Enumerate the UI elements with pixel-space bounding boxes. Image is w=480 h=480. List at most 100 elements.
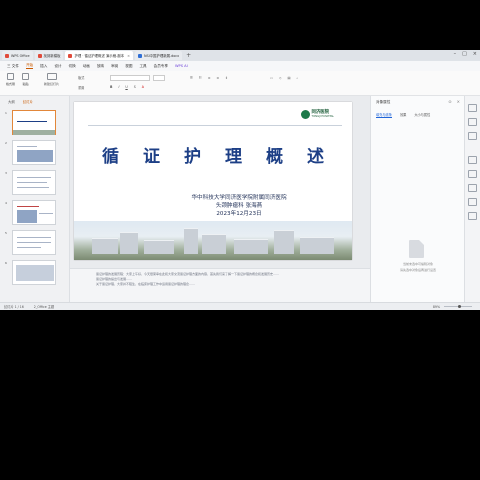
slide-thumbnail[interactable]: 2 [5,140,56,165]
pin-icon[interactable]: ⊙ [448,99,451,104]
underline-icon[interactable]: U [125,85,127,89]
slide-subtitle-date[interactable]: 2023年12月23日 [74,209,352,217]
menu-view[interactable]: 视图 [125,64,132,69]
slide-number: 6 [5,261,7,265]
menu-wps-ai[interactable]: WPS AI [175,64,188,68]
align-left-icon[interactable]: ≡ [208,76,211,80]
tab-template[interactable]: 找到新模板 [34,51,64,60]
minimize-icon[interactable]: – [454,51,457,57]
strikethrough-icon[interactable]: S [134,85,136,89]
bold-icon[interactable]: B [110,85,112,89]
menu-review[interactable]: 审阅 [111,64,118,69]
menu-bar: 三 文件 开始 插入 设计 切换 动画 放映 审阅 视图 工具 会员专享 WPS… [0,61,480,71]
brush-icon [7,73,14,80]
layout-row: 版式 [78,75,84,80]
layout-button[interactable]: 版式 [78,75,84,80]
maximize-icon[interactable]: □ [462,51,467,57]
new-slide-button[interactable]: 新建幻灯片 [44,73,59,86]
numbered-list-icon[interactable]: ☷ [199,76,202,80]
slide-title[interactable]: 循证护理概述 [74,142,352,167]
tab-outline[interactable]: 大纲 [8,99,15,104]
slide-subtitle-author[interactable]: 头颈肿瘤科 张海燕 [74,201,352,209]
menu-transition[interactable]: 切换 [69,64,76,69]
close-icon[interactable]: × [457,99,460,104]
new-tab-button[interactable]: + [186,52,191,59]
slide-counter: 幻灯片 1 / 16 [4,305,24,309]
textbox-icon[interactable]: ▭ [270,76,273,80]
tab-label: 护理 · 循证护理概述 演示稿-副本 [74,54,125,58]
share-icon[interactable] [468,184,477,192]
tab-size-properties[interactable]: 大小与属性 [414,112,430,118]
slide-thumbnail[interactable]: 5 [5,230,56,255]
slide-thumbnail[interactable]: 3 [5,170,56,195]
hospital-photo[interactable] [74,221,352,260]
hospital-logo: 同济医院 TONGJI HOSPITAL [300,110,335,119]
ai-icon[interactable] [468,156,477,164]
translate-icon[interactable] [468,198,477,206]
paste-button[interactable]: 粘贴 [22,73,29,86]
style-icon[interactable] [468,118,477,126]
slide-number: 2 [5,141,7,145]
menu-animation[interactable]: 动画 [83,64,90,69]
tab-slides[interactable]: 幻灯片 [23,99,33,104]
panel-tabs: 填充与线条 效果 大小与属性 [376,112,430,118]
menu-tools[interactable]: 工具 [139,64,146,69]
menu-insert[interactable]: 插入 [40,64,47,69]
empty-message: 当前未选中可编辑对象 [402,262,433,266]
properties-icon[interactable] [468,104,477,112]
speaker-notes[interactable]: 循证护理的发展历程：大家上午好，今天很荣幸在此和大家交流循证护理方面的内容，首先… [70,268,370,302]
clipboard-icon [22,73,29,80]
find-icon[interactable]: ⌕ [296,76,298,80]
animation-icon[interactable] [468,132,477,140]
font-size-select[interactable] [153,75,165,81]
tab-bar: WPS Office 找到新模板 护理 · 循证护理概述 演示稿-副本 × NSI… [0,50,480,61]
font-row [110,75,165,81]
thumb-line [17,187,49,188]
menu-file[interactable]: 三 文件 [7,64,19,69]
logo-sub: TONGJI HOSPITAL [311,115,335,118]
menu-design[interactable]: 设计 [54,64,61,69]
slide-number: 5 [5,231,7,235]
comment-icon[interactable] [468,170,477,178]
font-color-icon[interactable]: A [142,85,144,89]
close-window-icon[interactable]: × [473,51,477,57]
line-spacing-icon[interactable]: ↕ [225,76,228,80]
panel-title: 对象属性 [376,100,391,104]
tab-effects[interactable]: 效果 [400,112,406,118]
slide-number: 1 [5,111,7,115]
thumb-line [17,206,39,207]
slide-subtitle-institution[interactable]: 华中科技大学同济医学院附属同济医院 [74,193,352,201]
italic-icon[interactable]: I [118,85,119,89]
format-painter-button[interactable]: 格式刷 [6,73,15,86]
hospital-emblem-icon [300,110,310,119]
theme-name: 2_Office 主题 [33,305,55,309]
slide-thumbnail[interactable]: 6 [5,260,56,285]
more-icon[interactable] [468,212,477,220]
reset-button[interactable]: 重置 [78,85,84,90]
shape-icon[interactable]: ◇ [279,76,281,80]
tab-presentation[interactable]: 护理 · 循证护理概述 演示稿-副本 × [65,51,133,60]
close-icon[interactable]: × [127,54,130,58]
tab-document[interactable]: NSI中国护理新展.docx [134,51,183,60]
thumbnail-tabs: 大纲 幻灯片 [0,96,69,104]
zoom-slider[interactable] [444,305,472,308]
menu-home[interactable]: 开始 [25,63,34,69]
font-family-select[interactable] [110,75,150,81]
slide-canvas[interactable]: 同济医院 TONGJI HOSPITAL 循证护理概述 华中科技大学同济医学院附… [74,102,352,260]
menu-slideshow[interactable]: 放映 [97,64,104,69]
tab-fill-line[interactable]: 填充与线条 [376,112,392,118]
menu-member[interactable]: 会员专享 [154,64,168,69]
zoom-level[interactable]: 89% [433,305,440,309]
slide-number: 3 [5,171,7,175]
paragraph-row: ☰ ☷ ≡ ≡ ↕ [190,76,228,80]
slide-thumbnail[interactable]: 4 [5,200,56,225]
bullet-list-icon[interactable]: ☰ [190,76,193,80]
tab-wps-office[interactable]: WPS Office [2,51,33,60]
building [144,240,174,254]
arrange-icon[interactable]: ▤ [287,76,290,80]
slide-thumbnail[interactable]: 1 [5,110,56,135]
thumb-line [17,182,47,183]
align-center-icon[interactable]: ≡ [216,76,219,80]
status-bar: 幻灯片 1 / 16 2_Office 主题 89% [0,302,480,310]
building [202,234,226,254]
